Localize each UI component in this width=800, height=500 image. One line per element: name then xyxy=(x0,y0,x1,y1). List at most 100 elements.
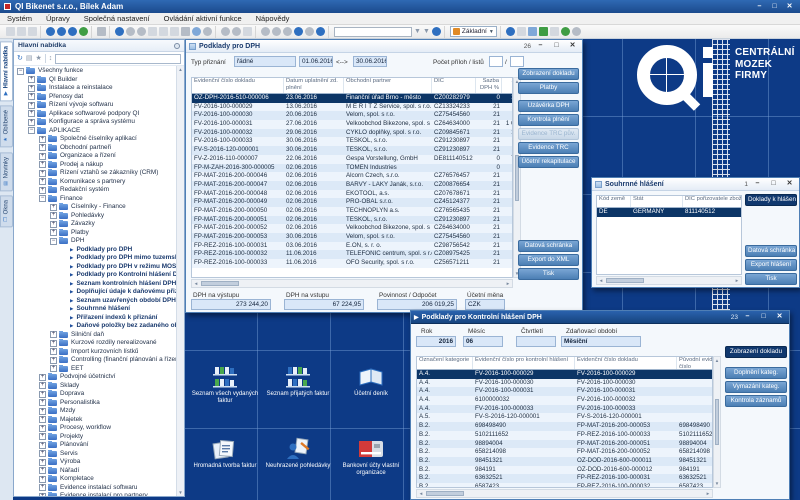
key-icon[interactable] xyxy=(192,27,201,36)
ctvrtleti-field[interactable] xyxy=(516,336,556,347)
collapse-icon[interactable]: − xyxy=(50,238,57,245)
tree-item-instalace-a-reinstalace[interactable]: +Instalace a reinstalace xyxy=(14,84,184,93)
link-icon[interactable] xyxy=(170,27,179,36)
expand-icon[interactable]: + xyxy=(50,340,57,347)
expand-icon[interactable]: + xyxy=(39,484,46,491)
find-icon[interactable] xyxy=(159,27,168,36)
expand-icon[interactable]: + xyxy=(50,204,57,211)
last-record-icon[interactable] xyxy=(305,27,314,36)
table-row[interactable]: FV-2016-100-00003330.06.2016TESKOL, s.r.… xyxy=(192,137,512,146)
window-icon[interactable] xyxy=(148,27,157,36)
tisk-button[interactable]: Tisk xyxy=(518,268,579,280)
table-row[interactable]: FV-2016-100-00002913.06.2016M E R I T Z … xyxy=(192,103,512,112)
scroll-thumb[interactable] xyxy=(606,278,644,283)
sidebar-tab-okna[interactable]: ❐Okna xyxy=(0,195,13,227)
expand-icon[interactable]: + xyxy=(39,416,46,423)
tree-item-souhrnne-hlaseni[interactable]: ▶Souhrnné hlášení xyxy=(14,305,184,314)
scroll-thumb[interactable] xyxy=(715,399,719,445)
expand-icon[interactable]: + xyxy=(50,365,57,372)
next-record-icon[interactable] xyxy=(283,27,292,36)
tree-item-evidence-instalaci-pro-partnery[interactable]: +Evidence instalací pro partnery xyxy=(14,492,184,496)
column-header-obchodni-partner[interactable]: Obchodní partner xyxy=(344,78,432,93)
expand-icon[interactable]: + xyxy=(39,450,46,457)
scroll-right-icon[interactable]: ► xyxy=(704,490,712,497)
sidebar-tab-novinky[interactable]: ▤Novinky xyxy=(0,152,13,191)
expand-icon[interactable]: + xyxy=(28,85,35,92)
expand-icon[interactable]: + xyxy=(39,459,46,466)
column-header-puvodni-evidencni-cislo[interactable]: Původní evidenční číslo xyxy=(677,357,713,369)
tree-item-personalistika[interactable]: +Personalistika xyxy=(14,399,184,408)
menu-ovladani-aktivni-funkce[interactable]: Ovládání aktivní funkce xyxy=(157,13,249,25)
mesic-field[interactable]: 06 xyxy=(463,336,503,347)
table-row[interactable]: FP-M-ZAH-2016-300-00000502.06.2016TOMEN … xyxy=(192,164,512,173)
tree-item-rizeni-vztahu-se-zakazniky-crm[interactable]: +Řízení vztahů se zákazníky (CRM) xyxy=(14,169,184,178)
tree-item-procesy-workflow[interactable]: +Procesy, workflow xyxy=(14,424,184,433)
vertical-scrollbar[interactable]: ▲ ▼ xyxy=(713,356,721,488)
expand-icon[interactable]: + xyxy=(39,493,46,496)
table-row[interactable]: FP-MAT-2016-200-00005202.06.2016Velkoobc… xyxy=(192,224,512,233)
collapse-icon[interactable]: − xyxy=(28,127,35,134)
expand-icon[interactable]: + xyxy=(39,374,46,381)
desktop-lock-icon[interactable] xyxy=(550,27,559,36)
table-row[interactable]: A.4.FV-2016-100-000029FV-2016-100-000029 xyxy=(417,370,712,379)
rok-field[interactable]: 2016 xyxy=(416,336,456,347)
expand-icon[interactable]: + xyxy=(39,476,46,483)
scroll-left-icon[interactable]: ◄ xyxy=(192,280,200,287)
maximize-icon[interactable]: □ xyxy=(767,179,780,189)
expand-icon[interactable]: + xyxy=(39,433,46,440)
table-row[interactable]: FP-MAT-2016-200-00005330.06.2016Velom, s… xyxy=(192,233,512,242)
close-icon[interactable]: ✕ xyxy=(566,41,579,51)
column-header-zaklad-dane[interactable]: Základ daně xyxy=(502,78,513,93)
pin-icon[interactable] xyxy=(97,27,106,36)
tree-item-planovani[interactable]: +Plánování xyxy=(14,441,184,450)
go-icon[interactable] xyxy=(316,27,325,36)
doplneni-kateg-button[interactable]: Doplnění kateg. xyxy=(725,367,787,379)
table-row[interactable]: FP-REZ-2016-100-00003211.06.2016TELEFONI… xyxy=(192,250,512,259)
column-header-oznaceni-kategorie[interactable]: Označení kategorie xyxy=(417,357,473,369)
first-record-icon[interactable] xyxy=(261,27,270,36)
tree-item-qi-builder[interactable]: +QI Builder xyxy=(14,76,184,85)
tree-item-evidence-instalaci-softwaru[interactable]: +Evidence instalací softwaru xyxy=(14,484,184,493)
table-row[interactable]: A.4.FV-2016-100-000031FV-2016-100-000031 xyxy=(417,387,712,396)
table-row[interactable]: A.4.FV-2016-100-000030FV-2016-100-000030 xyxy=(417,379,712,388)
expand-icon[interactable]: + xyxy=(39,161,46,168)
paste-icon[interactable] xyxy=(6,27,15,36)
table-row[interactable]: FV-2016-100-00003127.06.2016Velkoobchod … xyxy=(192,120,512,129)
maximize-icon[interactable]: □ xyxy=(757,312,770,322)
evidence-trc-button[interactable]: Evidence TRC xyxy=(518,142,579,154)
maximize-icon[interactable]: □ xyxy=(550,41,563,51)
desktop-save-icon[interactable] xyxy=(517,27,526,36)
refresh-icon[interactable] xyxy=(115,27,124,36)
tree-item-servis[interactable]: +Servis xyxy=(14,450,184,459)
tree-item-dph[interactable]: −DPH xyxy=(14,237,184,246)
expand-icon[interactable]: + xyxy=(39,144,46,151)
platby-button[interactable]: Platby xyxy=(518,82,579,94)
tree-item-kompletace[interactable]: +Kompletace xyxy=(14,475,184,484)
close-icon[interactable]: ✕ xyxy=(773,312,786,322)
expand-icon[interactable]: + xyxy=(50,348,57,355)
sidebar-search-input[interactable] xyxy=(55,54,181,64)
tree-item-seznam-kontrolnich-hlaseni-dph[interactable]: ▶Seznam kontrolních hlášení DPH xyxy=(14,280,184,289)
expand-icon[interactable]: + xyxy=(28,76,35,83)
horizontal-scrollbar[interactable]: ◄ ► xyxy=(596,276,742,285)
tree-item-pohledavky[interactable]: +Pohledávky xyxy=(14,212,184,221)
table-row[interactable]: FP-MAT-2016-200-00004802.06.2016EKOTOOL,… xyxy=(192,190,512,199)
window-titlebar[interactable]: Souhrnné hlášení 1 – □ ✕ xyxy=(592,178,799,191)
tree-item-rizeni-vyvoje-softwaru[interactable]: +Řízení vývoje softwaru xyxy=(14,101,184,110)
tisk-button[interactable]: Tisk xyxy=(745,273,797,285)
table-row[interactable]: FV-2016-100-00003229.06.2016CYKLO doplňk… xyxy=(192,129,512,138)
table-row[interactable]: B.2.5102111652FP-REZ-2016-100-0000335102… xyxy=(417,431,712,440)
tree-item-obchodni-partneri[interactable]: +Obchodní partneři xyxy=(14,144,184,153)
menu-upravy[interactable]: Úpravy xyxy=(39,13,77,25)
datova-schranka-button[interactable]: Datová schránka xyxy=(518,240,579,252)
export-hlaseni-button[interactable]: Export hlášení xyxy=(745,259,797,271)
scroll-right-icon[interactable]: ► xyxy=(733,277,741,284)
tree-item-podklady-pro-kontrolni-hlaseni-dph[interactable]: ▶Podklady pro Kontrolní hlášení DPH xyxy=(14,271,184,280)
apply-filter-icon[interactable] xyxy=(432,27,441,36)
tree-item-seznam-uzavrenych-obdobi-dph[interactable]: ▶Seznam uzavřených období DPH xyxy=(14,297,184,306)
desktop-icon-hromadna-tvorba-faktur[interactable]: Hromadná tvorba faktur xyxy=(190,437,260,470)
window-titlebar[interactable]: Podklady pro DPH 26 – □ ✕ xyxy=(186,40,582,53)
tree-item-konfigurace-a-sprava-systemu[interactable]: +Konfigurace a správa systému xyxy=(14,118,184,127)
obdobi-field[interactable]: Měsíční xyxy=(561,336,641,347)
qi-web-icon[interactable] xyxy=(79,27,88,36)
